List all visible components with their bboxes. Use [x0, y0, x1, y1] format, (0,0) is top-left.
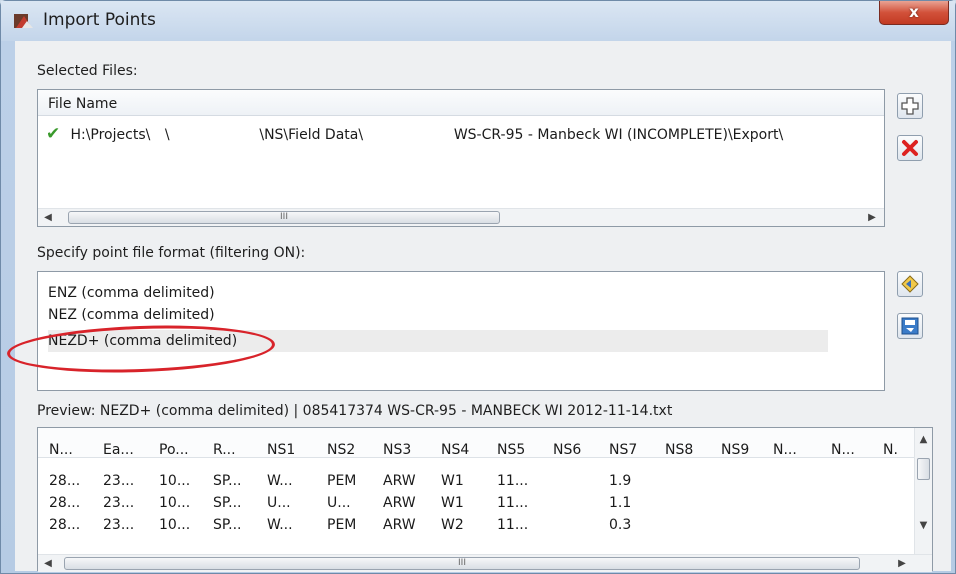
preview-horizontal-scrollbar[interactable]: ◀ III ▶	[38, 554, 932, 572]
scrollbar-thumb[interactable]: III	[64, 557, 860, 570]
format-item-nez[interactable]: NEZ (comma delimited)	[48, 304, 215, 326]
column-header[interactable]: NS6	[553, 442, 581, 458]
column-header[interactable]: Po...	[159, 442, 189, 458]
column-header[interactable]: NS9	[721, 442, 749, 458]
table-cell: 10...	[159, 495, 191, 511]
column-header[interactable]: N...	[49, 442, 73, 458]
table-cell: 28...	[49, 473, 81, 489]
import-points-app-icon	[14, 14, 33, 28]
table-cell: 0.3	[609, 517, 632, 533]
file-row[interactable]: ✔ H:\Projects\ \ \NS\Field Data\ WS-CR-9…	[46, 124, 783, 148]
preview-vertical-scrollbar[interactable]: ▲ ▼	[914, 428, 932, 554]
table-cell: PEM	[327, 517, 357, 533]
column-header[interactable]: Ea...	[103, 442, 134, 458]
close-icon: x	[909, 3, 919, 21]
close-button[interactable]: x	[879, 1, 949, 25]
selected-files-label: Selected Files:	[37, 63, 138, 79]
column-header[interactable]: NS3	[383, 442, 411, 458]
file-path-segment: \	[164, 127, 170, 143]
add-file-button[interactable]	[897, 93, 923, 119]
title-bar: Import Points x	[1, 1, 955, 41]
table-cell: 11...	[497, 473, 529, 489]
column-header[interactable]: NS5	[497, 442, 525, 458]
table-cell: 1.9	[609, 473, 632, 489]
scroll-right-icon[interactable]: ▶	[894, 555, 910, 572]
table-cell: 28...	[49, 495, 81, 511]
table-cell: W1	[441, 473, 464, 489]
scroll-left-icon[interactable]: ◀	[40, 555, 56, 572]
table-cell: W1	[441, 495, 464, 511]
table-cell: PEM	[327, 473, 357, 489]
file-path-segment: \NS\Field Data\	[259, 127, 364, 143]
table-cell: ARW	[383, 495, 416, 511]
column-header[interactable]: N...	[831, 442, 855, 458]
column-header[interactable]: NS7	[609, 442, 637, 458]
table-cell: 28...	[49, 517, 81, 533]
table-cell: SP...	[213, 473, 242, 489]
scroll-up-icon[interactable]: ▲	[915, 434, 932, 445]
file-path-segment: H:\Projects\	[70, 127, 151, 143]
point-file-format-label: Specify point file format (filtering ON)…	[37, 245, 306, 261]
table-cell: 11...	[497, 495, 529, 511]
file-path-segment: WS-CR-95 - Manbeck WI (INCOMPLETE)\Expor…	[453, 127, 784, 143]
table-cell: ARW	[383, 473, 416, 489]
table-cell: 1.1	[609, 495, 632, 511]
table-cell: 10...	[159, 473, 191, 489]
table-cell: SP...	[213, 495, 242, 511]
add-file-icon	[901, 97, 919, 115]
table-cell: 11...	[497, 517, 529, 533]
scroll-left-icon[interactable]: ◀	[40, 209, 56, 226]
edit-format-icon	[901, 317, 919, 335]
table-cell: SP...	[213, 517, 242, 533]
file-name-column-header[interactable]: File Name	[38, 90, 884, 116]
checkmark-icon: ✔	[46, 124, 61, 144]
format-settings-button[interactable]	[897, 271, 923, 297]
column-header[interactable]: N.	[883, 442, 898, 458]
table-cell: ARW	[383, 517, 416, 533]
window-title: Import Points	[43, 10, 156, 30]
format-item-enz[interactable]: ENZ (comma delimited)	[48, 282, 215, 304]
table-cell: W2	[441, 517, 464, 533]
import-points-dialog: Import Points x Selected Files: File Nam…	[0, 0, 956, 574]
remove-file-icon	[902, 140, 918, 156]
format-settings-icon	[901, 275, 919, 293]
column-header[interactable]: N...	[773, 442, 797, 458]
table-cell: W...	[267, 517, 293, 533]
remove-file-button[interactable]	[897, 135, 923, 161]
scrollbar-thumb[interactable]: III	[68, 211, 500, 224]
table-cell: U...	[327, 495, 351, 511]
table-cell: W...	[267, 473, 293, 489]
preview-label: Preview: NEZD+ (comma delimited) | 08541…	[37, 403, 673, 419]
column-header[interactable]: NS4	[441, 442, 469, 458]
table-cell: 23...	[103, 473, 135, 489]
table-cell: U...	[267, 495, 291, 511]
column-header[interactable]: NS8	[665, 442, 693, 458]
scroll-down-icon[interactable]: ▼	[915, 520, 932, 531]
column-header[interactable]: R...	[213, 442, 236, 458]
table-cell: 23...	[103, 495, 135, 511]
column-header[interactable]: NS2	[327, 442, 355, 458]
column-header[interactable]: NS1	[267, 442, 295, 458]
files-horizontal-scrollbar[interactable]: ◀ III ▶	[38, 208, 884, 226]
selected-files-list[interactable]: File Name ✔ H:\Projects\ \ \NS\Field Dat…	[37, 89, 885, 227]
scrollbar-thumb[interactable]	[917, 458, 930, 480]
table-cell: 10...	[159, 517, 191, 533]
edit-format-button[interactable]	[897, 313, 923, 339]
table-cell: 23...	[103, 517, 135, 533]
scroll-right-icon[interactable]: ▶	[864, 209, 880, 226]
